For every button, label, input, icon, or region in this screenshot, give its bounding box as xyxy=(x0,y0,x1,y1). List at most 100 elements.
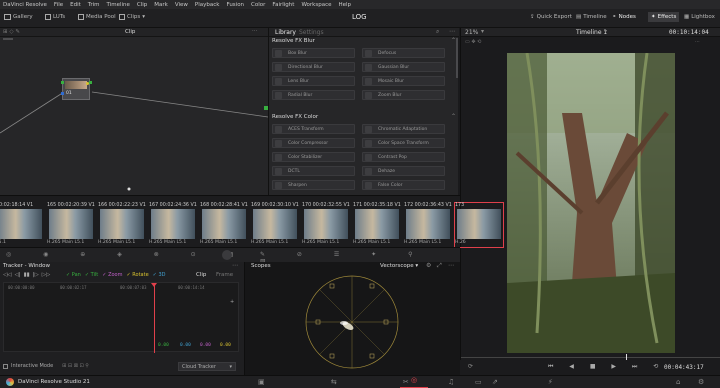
viewer-tool-icon[interactable]: ▭ ✥ ⟲ xyxy=(465,39,481,45)
menu-item-fairlight[interactable]: Fairlight xyxy=(272,2,294,8)
option-3d[interactable]: ✓ 3D xyxy=(153,272,166,278)
node-editor[interactable]: ⊞ ◇ ✎ Clip ⋯ 01 xyxy=(0,28,268,195)
zoom-level[interactable]: 21% xyxy=(465,29,478,36)
tracker-add-icon[interactable]: + xyxy=(230,299,234,305)
clip-thumbnail[interactable]: 168 00:02:28:41 V1 H.265 Main L5.1 xyxy=(200,203,248,247)
clip-thumbnail[interactable]: 173 H.26 xyxy=(454,202,504,248)
cloud-tracker-dropdown[interactable]: Cloud Tracker ▾ xyxy=(178,362,236,371)
playhead-handle[interactable] xyxy=(151,283,157,287)
node-input-green[interactable] xyxy=(61,81,64,84)
menu-item-playback[interactable]: Playback xyxy=(195,2,220,8)
tracker-playhead[interactable] xyxy=(154,283,155,353)
lightbox-button[interactable]: ▦ Lightbox xyxy=(684,14,715,20)
menu-item-app[interactable]: DaVinci Resolve xyxy=(3,2,47,8)
track-stop-icon[interactable]: ▮▮ xyxy=(24,272,30,278)
fx-contrast-pop[interactable]: Contrast Pop xyxy=(362,152,445,162)
fx-sharpen[interactable]: Sharpen xyxy=(272,180,355,190)
settings-icon[interactable]: ⚙ xyxy=(698,378,704,386)
effects-button[interactable]: ✦ Effects xyxy=(648,12,680,22)
transport-controls[interactable]: ⏮ ◀ ■ ▶ ⏭ ⟲ xyxy=(548,363,665,371)
tracker-more-icon[interactable]: ⋯ xyxy=(232,262,238,269)
fx-lens-blur[interactable]: Lens Blur xyxy=(272,76,355,86)
chevron-down-icon[interactable]: ▾ xyxy=(604,28,607,35)
node-output-green[interactable] xyxy=(89,81,92,84)
menu-item-file[interactable]: File xyxy=(54,2,63,8)
timeline-name[interactable]: Timeline 1 xyxy=(576,29,607,36)
timeline-button[interactable]: ▤ Timeline xyxy=(576,14,607,20)
tab-settings[interactable]: Settings xyxy=(299,29,324,36)
tracker-graph[interactable]: 00:00:00:00 00:00:02:17 00:00:07:03 00:0… xyxy=(3,282,239,353)
fx-zoom-blur[interactable]: Zoom Blur xyxy=(362,90,445,100)
tab-library[interactable]: Library xyxy=(275,29,296,36)
menu-item-mark[interactable]: Mark xyxy=(154,2,168,8)
clip-thumbnail[interactable]: 166 00:02:22:23 V1 H.265 Main L5.1 xyxy=(98,203,146,247)
scope-mode-dropdown[interactable]: Vectorscope ▾ xyxy=(380,263,418,269)
fx-color-compressor[interactable]: Color Compressor xyxy=(272,138,355,148)
fx-chromatic-adaptation[interactable]: Chromatic Adaptation xyxy=(362,124,445,134)
node-input-blue[interactable] xyxy=(61,92,64,95)
node-tool-icon[interactable]: ⊞ ◇ ✎ xyxy=(3,29,20,35)
scope-more-icon[interactable]: ⋯ xyxy=(448,262,454,269)
option-rotate[interactable]: ✓ Rotate xyxy=(126,272,148,278)
menu-item-timeline[interactable]: Timeline xyxy=(107,2,130,8)
viewer-more-icon[interactable]: ⋯ xyxy=(695,39,700,45)
fx-radial-blur[interactable]: Radial Blur xyxy=(272,90,355,100)
viewer-image[interactable] xyxy=(507,53,675,353)
clip-thumbnail[interactable]: 00:02:18:14 V1 L5.1 xyxy=(0,203,44,247)
fx-dctl[interactable]: DCTL xyxy=(272,166,355,176)
track-back-icon[interactable]: ◁| xyxy=(14,272,20,278)
fx-aces-transform[interactable]: ACES Transform xyxy=(272,124,355,134)
deliver-page-icon[interactable]: ⇗ xyxy=(492,378,498,386)
menu-item-edit[interactable]: Edit xyxy=(70,2,81,8)
loop-icon[interactable]: ⟳ xyxy=(468,363,473,370)
palette-icons-left[interactable]: ◎ ◉ ⊕ ◈ ⊗ ⊙ ▦ xyxy=(6,251,248,258)
menu-item-trim[interactable]: Trim xyxy=(88,2,100,8)
quick-export-button[interactable]: ⇪ Quick Export xyxy=(530,14,572,20)
fx-dehaze[interactable]: Dehaze xyxy=(362,166,445,176)
tracker-palette-button[interactable] xyxy=(222,250,232,260)
clip-thumbnail[interactable]: 170 00:02:32:55 V1 H.265 Main L5.1 xyxy=(302,203,350,247)
menu-item-fusion[interactable]: Fusion xyxy=(226,2,244,8)
clip-thumbnail[interactable]: 169 00:02:30:10 V1 H.265 Main L5.1 xyxy=(251,203,299,247)
fx-gaussian-blur[interactable]: Gaussian Blur xyxy=(362,62,445,72)
track-play-icon[interactable]: ▷▷ xyxy=(42,272,50,278)
fx-mosaic-blur[interactable]: Mosaic Blur xyxy=(362,76,445,86)
home-icon[interactable]: ⌂ xyxy=(676,378,680,386)
interactive-mode-checkbox[interactable] xyxy=(3,363,8,369)
fx-color-stabilizer[interactable]: Color Stabilizer xyxy=(272,152,355,162)
more-options-icon[interactable]: ⋯ xyxy=(252,28,258,34)
fairlight-page-icon[interactable]: ♫ xyxy=(448,378,454,386)
fx-false-color[interactable]: False Color xyxy=(362,180,445,190)
menu-item-view[interactable]: View xyxy=(175,2,188,8)
chevron-down-icon[interactable]: ▾ xyxy=(481,28,484,35)
menu-item-color[interactable]: Color xyxy=(251,2,265,8)
scope-expand-icon[interactable]: ⤢ xyxy=(437,262,442,270)
track-forward-icon[interactable]: |▷ xyxy=(33,272,39,278)
option-zoom[interactable]: ✓ Zoom xyxy=(102,272,122,278)
more-icon[interactable]: ⋯ xyxy=(449,28,455,35)
menu-item-clip[interactable]: Clip xyxy=(137,2,147,8)
fx-defocus[interactable]: Defocus xyxy=(362,48,445,58)
media-pool-button[interactable]: Media Pool xyxy=(78,14,116,20)
library-scrollbar[interactable] xyxy=(456,38,458,78)
node-editor-clip-label[interactable]: Clip xyxy=(125,29,135,35)
tab-clip[interactable]: Clip xyxy=(196,272,206,278)
output-anchor[interactable] xyxy=(86,82,89,85)
nodes-button[interactable]: ⚬ Nodes xyxy=(612,14,636,20)
fx-color-space-transform[interactable]: Color Space Transform xyxy=(362,138,445,148)
gallery-button[interactable]: Gallery xyxy=(4,14,33,20)
menu-item-workspace[interactable]: Workspace xyxy=(301,2,331,8)
fx-box-blur[interactable]: Box Blur xyxy=(272,48,355,58)
collapse-color-icon[interactable]: ⌃ xyxy=(451,113,456,120)
menu-item-help[interactable]: Help xyxy=(339,2,352,8)
scope-settings-icon[interactable]: ⚙ xyxy=(426,262,431,269)
tab-frame[interactable]: Frame xyxy=(216,272,233,278)
fx-directional-blur[interactable]: Directional Blur xyxy=(272,62,355,72)
luts-button[interactable]: LUTs xyxy=(45,14,65,20)
clips-button[interactable]: Clips ▾ xyxy=(119,14,145,20)
clip-thumbnail[interactable]: 172 00:02:36:43 V1 H.265 Main L5.1 xyxy=(404,203,452,247)
option-tilt[interactable]: ✓ Tilt xyxy=(85,272,98,278)
clip-thumbnail[interactable]: 167 00:02:24:36 V1 H.265 Main L5.1 xyxy=(149,203,197,247)
track-reverse-icon[interactable]: ◁◁ xyxy=(3,272,11,278)
color-page-tab[interactable]: ◎ xyxy=(400,376,428,388)
